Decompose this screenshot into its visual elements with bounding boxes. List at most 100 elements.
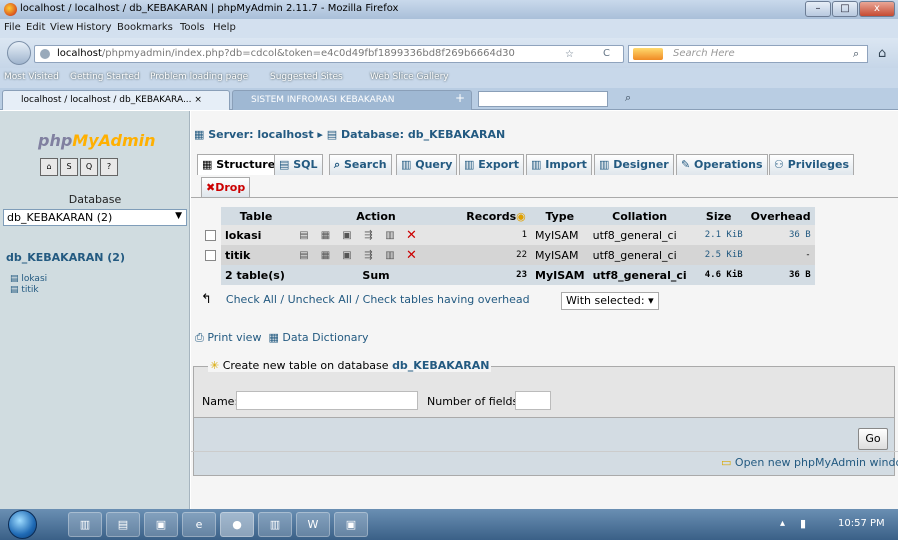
- structure-icon[interactable]: ▦: [320, 230, 332, 242]
- help-icon: ◉: [516, 209, 526, 223]
- menu-file[interactable]: File: [4, 22, 21, 33]
- taskbar: ▥ ▤ ▣ e ● ▥ W ▣ ▴ ▮ 10:57 PM: [0, 509, 898, 540]
- back-button[interactable]: [7, 41, 31, 65]
- tab-drop[interactable]: ✖Drop: [201, 177, 251, 197]
- documentation-icon[interactable]: ?: [100, 158, 118, 176]
- breadcrumb-database[interactable]: Database: db_KEBAKARAN: [341, 128, 505, 141]
- menu-view[interactable]: View: [50, 22, 74, 33]
- home-icon[interactable]: ⌂: [40, 158, 58, 176]
- tab-import[interactable]: ▥ Import: [526, 154, 592, 175]
- tab-search[interactable]: ⌕ Search: [329, 154, 392, 175]
- tabs-underline: [191, 197, 898, 198]
- taskbar-app-6[interactable]: ▥: [258, 512, 292, 537]
- insert-icon[interactable]: ⇶: [363, 250, 375, 262]
- total-tables: 2 table(s): [221, 265, 291, 285]
- with-selected-select[interactable]: With selected: ▾: [561, 292, 659, 310]
- menu-help[interactable]: Help: [213, 22, 236, 33]
- size-value[interactable]: 2.1 KiB: [690, 225, 747, 245]
- database-icon: ▤: [326, 128, 338, 141]
- search-icon[interactable]: ▣: [341, 250, 353, 262]
- bookmark-web-slice-gallery[interactable]: Web Slice Gallery: [370, 72, 449, 82]
- database-link[interactable]: db_KEBAKARAN (2): [6, 251, 125, 264]
- address-bar[interactable]: localhost/phpmyadmin/index.php?db=cdcol&…: [34, 45, 624, 63]
- taskbar-app-2[interactable]: ▤: [106, 512, 140, 537]
- start-button[interactable]: [8, 510, 37, 539]
- new-tab-icon[interactable]: +: [455, 91, 465, 105]
- browser-tab-phpmyadmin[interactable]: localhost / localhost / db_KEBAKARA... ×: [2, 90, 230, 110]
- header-table[interactable]: Table: [221, 207, 291, 225]
- number-of-fields-label: Number of fields:: [427, 395, 522, 408]
- empty-icon[interactable]: ▥: [384, 230, 396, 242]
- browser-tab-sistem[interactable]: SISTEM INFROMASI KEBAKARAN: [232, 90, 472, 110]
- tab-operations[interactable]: ✎ Operations: [676, 154, 768, 175]
- tab-privileges[interactable]: ⚇ Privileges: [769, 154, 855, 175]
- phpmyadmin-logo[interactable]: phpMyAdmin: [38, 131, 156, 150]
- drop-icon[interactable]: ✕: [406, 229, 418, 242]
- tab-query[interactable]: ▥ Query: [396, 154, 458, 175]
- overhead-value[interactable]: 36 B: [746, 225, 815, 245]
- tab-list-dropdown[interactable]: [478, 91, 608, 107]
- site-identity-icon: [40, 49, 50, 59]
- maximize-button[interactable]: □: [832, 1, 858, 17]
- tab-structure[interactable]: ▦ Structure: [197, 154, 281, 175]
- insert-icon[interactable]: ⇶: [363, 230, 375, 242]
- table-name[interactable]: lokasi: [221, 225, 291, 245]
- star-icon[interactable]: ☆: [565, 49, 574, 60]
- reload-icon[interactable]: C: [603, 48, 610, 59]
- row-checkbox[interactable]: [205, 230, 216, 241]
- search-engine-icon[interactable]: [633, 48, 663, 60]
- structure-icon[interactable]: ▦: [320, 250, 332, 262]
- breadcrumb-server[interactable]: Server: localhost: [208, 128, 313, 141]
- tables-list: Table Action Records◉ Type Collation Siz…: [201, 207, 815, 285]
- table-name-input[interactable]: [236, 391, 418, 410]
- tab-export[interactable]: ▥ Export: [459, 154, 524, 175]
- tab-sql[interactable]: ▤ SQL: [274, 154, 323, 175]
- row-actions: ▤ ▦ ▣ ⇶ ▥ ✕: [291, 245, 461, 265]
- taskbar-app-8[interactable]: ▣: [334, 512, 368, 537]
- search-input[interactable]: Search Here ⌕: [628, 45, 868, 63]
- home-icon[interactable]: ⌂: [878, 46, 886, 61]
- magnifier-icon[interactable]: ⌕: [853, 47, 859, 61]
- taskbar-app-3[interactable]: ▣: [144, 512, 178, 537]
- bookmark-problem-loading[interactable]: Problem loading page: [150, 72, 248, 82]
- open-new-window-link[interactable]: Open new phpMyAdmin window: [735, 456, 898, 469]
- check-all-link[interactable]: Check All / Uncheck All / Check tables h…: [226, 293, 530, 306]
- browse-icon[interactable]: ▤: [298, 230, 310, 242]
- close-button[interactable]: x: [859, 1, 895, 17]
- go-button[interactable]: Go: [858, 428, 888, 450]
- network-icon[interactable]: ▮: [800, 517, 806, 530]
- chevron-down-icon: ▼: [175, 211, 182, 221]
- minimize-button[interactable]: –: [805, 1, 831, 17]
- data-dictionary-link[interactable]: Data Dictionary: [282, 331, 368, 344]
- taskbar-word-icon[interactable]: W: [296, 512, 330, 537]
- bookmarks-toolbar: Most Visited Getting Started Problem loa…: [0, 68, 898, 88]
- taskbar-firefox-icon[interactable]: ●: [220, 512, 254, 537]
- left-table-lokasi[interactable]: ▤ lokasi: [10, 274, 47, 284]
- browse-icon[interactable]: ▤: [298, 250, 310, 262]
- drop-icon[interactable]: ✕: [406, 249, 418, 262]
- print-view-link[interactable]: Print view: [207, 331, 261, 344]
- tab-search-icon[interactable]: ⌕: [625, 91, 631, 105]
- bookmark-suggested-sites[interactable]: Suggested Sites: [270, 72, 343, 82]
- number-of-fields-input[interactable]: [515, 391, 551, 410]
- database-select[interactable]: db_KEBAKARAN (2) ▼: [3, 209, 187, 226]
- size-value[interactable]: 2.5 KiB: [690, 245, 747, 265]
- menu-history[interactable]: History: [76, 22, 112, 33]
- search-icon[interactable]: ▣: [341, 230, 353, 242]
- menu-edit[interactable]: Edit: [26, 22, 45, 33]
- taskbar-app-1[interactable]: ▥: [68, 512, 102, 537]
- menu-tools[interactable]: Tools: [180, 22, 205, 33]
- empty-icon[interactable]: ▥: [384, 250, 396, 262]
- row-checkbox[interactable]: [205, 250, 216, 261]
- taskbar-ie-icon[interactable]: e: [182, 512, 216, 537]
- tray-arrow-icon[interactable]: ▴: [780, 518, 785, 529]
- sql-query-icon[interactable]: S: [60, 158, 78, 176]
- menu-bookmarks[interactable]: Bookmarks: [117, 22, 173, 33]
- table-name[interactable]: titik: [221, 245, 291, 265]
- left-table-titik[interactable]: ▤ titik: [10, 285, 39, 295]
- tab-designer[interactable]: ▥ Designer: [594, 154, 674, 175]
- bookmark-most-visited[interactable]: Most Visited: [4, 72, 59, 82]
- bookmark-getting-started[interactable]: Getting Started: [70, 72, 140, 82]
- query-window-icon[interactable]: Q: [80, 158, 98, 176]
- clock[interactable]: 10:57 PM: [838, 518, 885, 529]
